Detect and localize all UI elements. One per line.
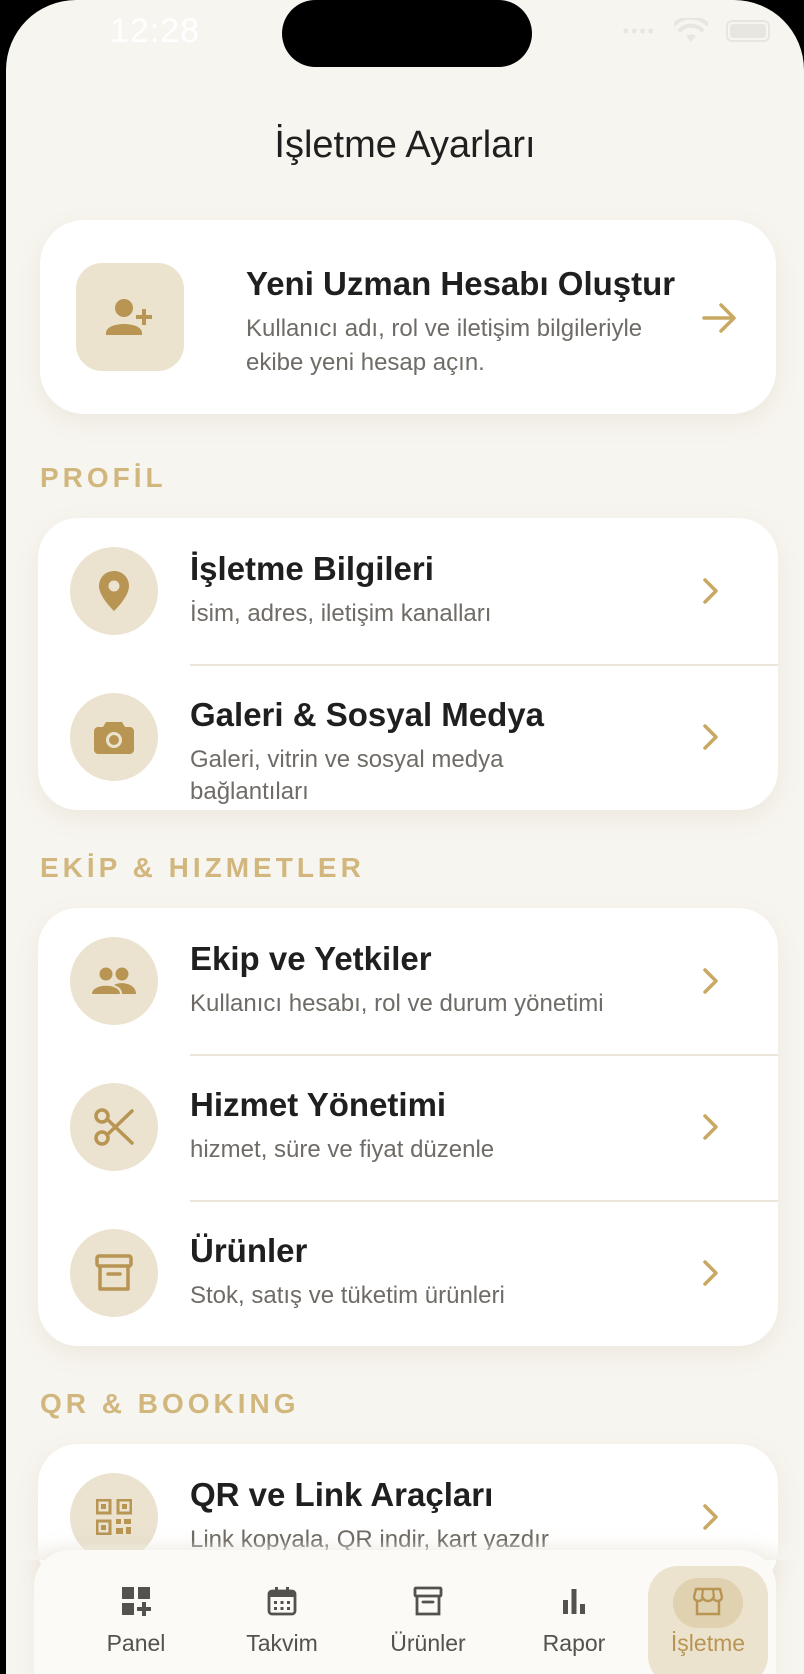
tab-label: Rapor (542, 1630, 606, 1656)
wifi-icon (674, 18, 708, 42)
tab-products[interactable]: Ürünler (358, 1550, 498, 1670)
tab-calendar[interactable]: Takvim (212, 1550, 352, 1670)
status-time: 12:28 (110, 12, 201, 50)
archive-box-icon (413, 1586, 443, 1616)
people-icon (70, 937, 158, 1025)
profile-settings-list: İşletme Bilgileri İsim, adres, iletişim … (38, 518, 778, 810)
section-label-profile: PROFİL (40, 462, 167, 493)
row-subtitle: Stok, satış ve tüketim ürünleri (190, 1282, 505, 1309)
list-item-business-info[interactable]: İşletme Bilgileri İsim, adres, iletişim … (38, 518, 778, 664)
tab-label: Takvim (246, 1630, 318, 1656)
arrow-right-icon (702, 303, 736, 333)
row-title: Hizmet Yönetimi (190, 1086, 447, 1123)
dashboard-add-icon (122, 1587, 151, 1616)
chevron-right-icon (703, 968, 718, 994)
hero-subtitle: Kullanıcı adı, rol ve iletişim bilgileri… (246, 315, 643, 376)
row-subtitle: hizmet, süre ve fiyat düzenle (190, 1136, 495, 1163)
chevron-right-icon (703, 1260, 718, 1286)
app-screen: 12:28 •••• İşletme Ayarları Yeni Uzman H… (6, 0, 804, 1674)
section-label-qr-booking: QR & BOOKING (40, 1388, 300, 1419)
location-pin-icon (70, 547, 158, 635)
dynamic-island (282, 0, 532, 67)
row-title: Ürünler (190, 1232, 308, 1269)
team-services-list: Ekip ve Yetkiler Kullanıcı hesabı, rol v… (38, 908, 778, 1346)
calendar-icon (267, 1587, 297, 1616)
new-expert-account-card[interactable]: Yeni Uzman Hesabı Oluştur Kullanıcı adı,… (40, 220, 776, 414)
tab-business[interactable]: İşletme (638, 1550, 778, 1674)
person-add-icon (76, 263, 184, 371)
bar-chart-icon (563, 1589, 585, 1614)
battery-icon (726, 20, 770, 42)
tab-label: Ürünler (390, 1630, 466, 1656)
row-subtitle: İsim, adres, iletişim kanalları (190, 600, 492, 627)
list-item-team-permissions[interactable]: Ekip ve Yetkiler Kullanıcı hesabı, rol v… (38, 908, 778, 1054)
page-title: İşletme Ayarları (274, 124, 536, 166)
camera-icon (70, 693, 158, 781)
chevron-right-icon (703, 1114, 718, 1140)
row-subtitle: Galeri, vitrin ve sosyal medya bağlantıl… (190, 746, 504, 805)
archive-box-icon (70, 1229, 158, 1317)
status-icons: •••• (623, 18, 770, 44)
tab-label: Panel (106, 1630, 166, 1656)
tab-panel[interactable]: Panel (66, 1550, 206, 1670)
signal-icon: •••• (622, 20, 656, 41)
hero-title: Yeni Uzman Hesabı Oluştur (246, 265, 676, 302)
chevron-right-icon (703, 1504, 718, 1530)
storefront-icon (693, 1587, 723, 1616)
row-title: İşletme Bilgileri (190, 550, 434, 587)
scissors-icon (70, 1083, 158, 1171)
section-label-team-services: EKİP & HIZMETLER (40, 852, 365, 883)
chevron-right-icon (703, 724, 718, 750)
tab-label: İşletme (670, 1630, 746, 1656)
bottom-tab-bar: Panel Takvim Ürünler Rapor İşletme (34, 1550, 776, 1674)
list-item-gallery-social[interactable]: Galeri & Sosyal Medya Galeri, vitrin ve … (38, 664, 778, 810)
list-item-products[interactable]: Ürünler Stok, satış ve tüketim ürünleri (38, 1200, 778, 1346)
row-title: Galeri & Sosyal Medya (190, 696, 544, 733)
list-item-service-management[interactable]: Hizmet Yönetimi hizmet, süre ve fiyat dü… (38, 1054, 778, 1200)
row-title: Ekip ve Yetkiler (190, 940, 432, 977)
row-subtitle: Kullanıcı hesabı, rol ve durum yönetimi (190, 990, 604, 1017)
tab-report[interactable]: Rapor (504, 1550, 644, 1670)
row-title: QR ve Link Araçları (190, 1476, 494, 1513)
chevron-right-icon (703, 578, 718, 604)
